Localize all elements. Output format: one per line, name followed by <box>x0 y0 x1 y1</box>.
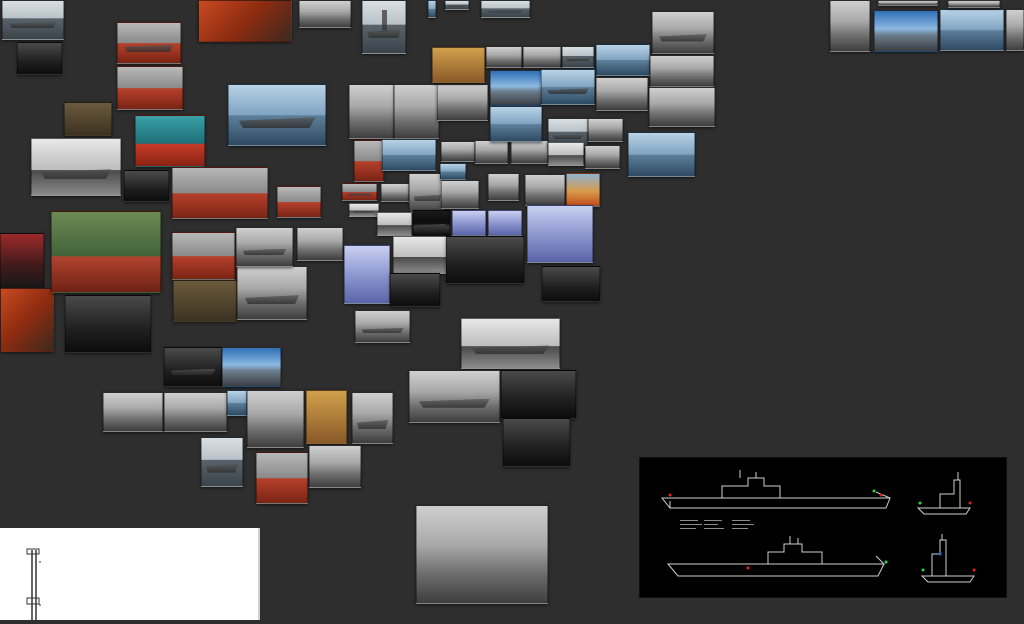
photo-thumbnail[interactable] <box>475 140 508 164</box>
photo-thumbnail[interactable] <box>64 102 112 136</box>
photo-thumbnail[interactable] <box>440 163 466 180</box>
photo-thumbnail[interactable] <box>381 183 409 202</box>
photo-thumbnail[interactable] <box>0 288 54 352</box>
photo-thumbnail[interactable] <box>51 211 161 293</box>
photo-thumbnail[interactable] <box>124 170 169 202</box>
photo-thumbnail[interactable] <box>222 347 281 387</box>
photo-thumbnail[interactable] <box>352 392 393 444</box>
photo-thumbnail[interactable] <box>548 142 584 166</box>
photo-thumbnail[interactable] <box>172 167 268 219</box>
photo-thumbnail[interactable] <box>830 0 870 52</box>
photo-thumbnail[interactable] <box>445 0 469 10</box>
photo-thumbnail[interactable] <box>652 11 714 54</box>
photo-thumbnail[interactable] <box>596 44 650 76</box>
photo-thumbnail[interactable] <box>503 418 570 467</box>
photo-thumbnail[interactable] <box>164 392 227 432</box>
photo-thumbnail[interactable] <box>588 118 623 142</box>
photo-thumbnail[interactable] <box>490 106 542 142</box>
photo-thumbnail[interactable] <box>409 370 500 423</box>
photo-thumbnail[interactable] <box>297 227 343 261</box>
photo-thumbnail[interactable] <box>416 505 548 604</box>
photo-thumbnail[interactable] <box>432 47 485 83</box>
photo-thumbnail[interactable] <box>490 70 542 106</box>
photo-thumbnail[interactable] <box>940 9 1004 51</box>
photo-thumbnail[interactable] <box>256 452 308 504</box>
photo-thumbnail[interactable] <box>649 87 715 127</box>
photo-thumbnail[interactable] <box>393 236 447 274</box>
photo-thumbnail[interactable] <box>227 390 247 416</box>
photo-thumbnail[interactable] <box>628 132 695 177</box>
photo-thumbnail[interactable] <box>237 266 307 320</box>
photo-thumbnail[interactable] <box>228 84 326 146</box>
photo-thumbnail[interactable] <box>355 310 410 343</box>
photo-thumbnail[interactable] <box>441 141 475 162</box>
white-document-thumbnail[interactable] <box>0 528 260 620</box>
photo-thumbnail[interactable] <box>349 84 394 139</box>
photo-thumbnail[interactable] <box>542 266 600 302</box>
photo-thumbnail[interactable] <box>452 210 486 236</box>
photo-thumbnail[interactable] <box>562 46 594 68</box>
photo-thumbnail[interactable] <box>354 140 384 182</box>
photo-thumbnail[interactable] <box>437 84 488 121</box>
photo-thumbnail[interactable] <box>585 145 620 169</box>
blueprint-svg <box>660 470 976 583</box>
photo-thumbnail[interactable] <box>486 46 522 68</box>
photo-thumbnail[interactable] <box>488 173 519 201</box>
photo-thumbnail[interactable] <box>878 0 938 6</box>
photo-thumbnail[interactable] <box>201 437 243 487</box>
photo-thumbnail[interactable] <box>103 392 163 432</box>
photo-thumbnail[interactable] <box>344 245 390 304</box>
photo-thumbnail[interactable] <box>2 0 64 40</box>
photo-thumbnail[interactable] <box>566 173 600 207</box>
photo-thumbnail[interactable] <box>441 180 479 209</box>
photo-thumbnail[interactable] <box>428 0 436 18</box>
photo-thumbnail[interactable] <box>164 347 222 387</box>
photo-thumbnail[interactable] <box>511 140 548 164</box>
photo-thumbnail[interactable] <box>117 22 181 64</box>
photo-thumbnail[interactable] <box>299 0 351 28</box>
photo-thumbnail[interactable] <box>488 210 522 236</box>
photo-thumbnail[interactable] <box>172 232 235 280</box>
photo-thumbnail[interactable] <box>236 227 293 267</box>
photo-thumbnail[interactable] <box>413 210 450 236</box>
photo-thumbnail[interactable] <box>342 183 377 201</box>
photo-thumbnail[interactable] <box>31 138 121 196</box>
photo-thumbnail[interactable] <box>394 84 439 139</box>
photo-thumbnail[interactable] <box>362 0 406 54</box>
photo-thumbnail[interactable] <box>135 115 205 167</box>
photo-thumbnail[interactable] <box>1006 9 1024 51</box>
carrier-blueprint-drawing[interactable] <box>639 457 1007 598</box>
photo-thumbnail[interactable] <box>461 318 560 369</box>
photo-thumbnail[interactable] <box>523 46 561 68</box>
photo-thumbnail[interactable] <box>349 203 379 217</box>
photo-thumbnail[interactable] <box>874 10 938 52</box>
photo-thumbnail[interactable] <box>382 139 436 171</box>
photo-thumbnail[interactable] <box>390 273 440 307</box>
photo-thumbnail[interactable] <box>525 174 565 206</box>
photo-thumbnail[interactable] <box>541 69 595 105</box>
photo-thumbnail[interactable] <box>948 0 1000 8</box>
photo-thumbnail[interactable] <box>309 445 361 488</box>
photo-thumbnail[interactable] <box>527 205 593 263</box>
photo-thumbnail[interactable] <box>596 77 648 111</box>
photo-thumbnail[interactable] <box>173 280 237 322</box>
photo-thumbnail[interactable] <box>247 390 304 448</box>
photo-thumbnail[interactable] <box>198 0 292 42</box>
photo-thumbnail[interactable] <box>501 370 576 419</box>
photo-thumbnail[interactable] <box>377 212 412 236</box>
photo-thumbnail[interactable] <box>481 0 530 18</box>
photo-thumbnail[interactable] <box>17 42 62 75</box>
photo-thumbnail[interactable] <box>117 66 183 110</box>
photo-thumbnail[interactable] <box>650 55 714 87</box>
photo-thumbnail[interactable] <box>0 233 44 289</box>
photo-thumbnail[interactable] <box>65 295 151 353</box>
photo-thumbnail[interactable] <box>446 236 524 284</box>
photo-thumbnail[interactable] <box>306 390 347 444</box>
photo-thumbnail[interactable] <box>277 186 321 218</box>
document-line-art <box>26 548 41 620</box>
